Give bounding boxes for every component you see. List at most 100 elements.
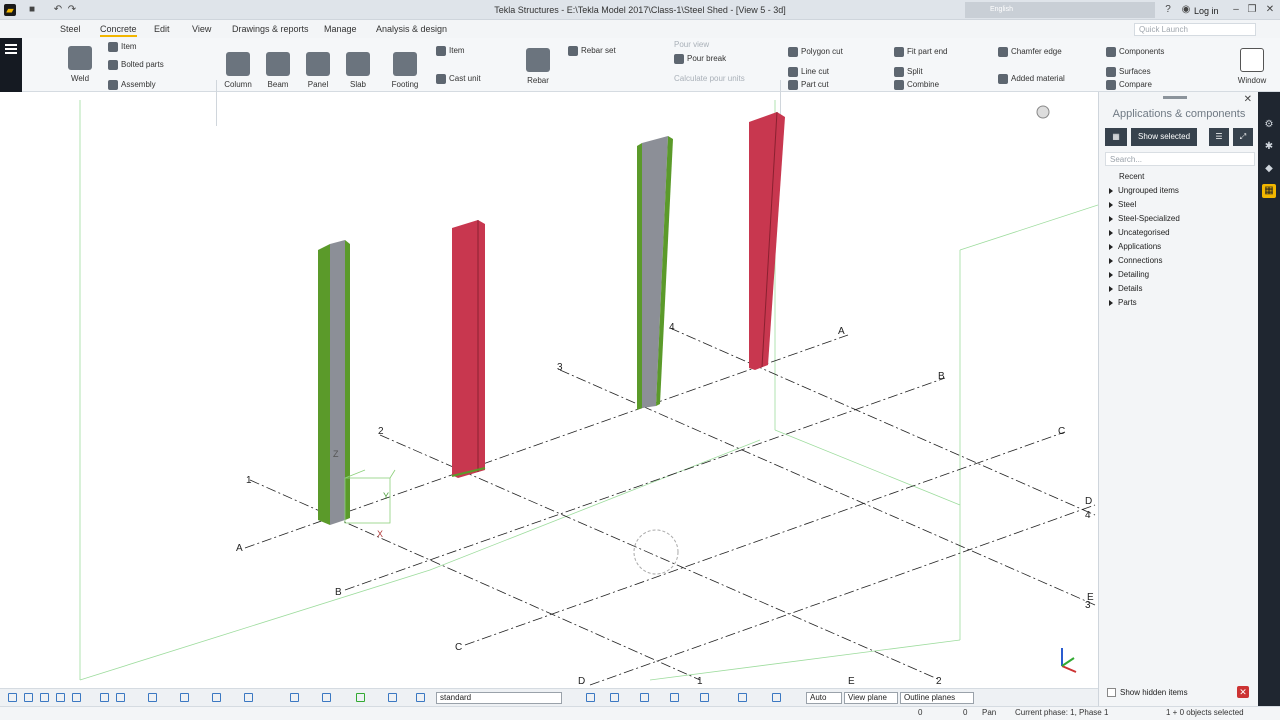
snap-icon[interactable] — [738, 693, 747, 702]
snap-icon[interactable] — [640, 693, 649, 702]
window-button[interactable]: Window — [1232, 48, 1272, 85]
search-input[interactable]: Search... — [1105, 152, 1255, 166]
beam-button[interactable]: Beam — [258, 52, 298, 89]
surfaces-button[interactable]: Surfaces — [1106, 67, 1151, 77]
model-3d-view[interactable]: A B C D A B C D E 1 2 3 4 4 3 2 1 E Z Y … — [0, 92, 1098, 688]
polygon-cut-button[interactable]: Polygon cut — [788, 47, 843, 57]
login-link[interactable]: Log in — [1194, 6, 1219, 16]
undo-icon[interactable]: ↶ — [52, 4, 64, 16]
outline-planes-dropdown[interactable]: Outline planes — [900, 692, 974, 704]
restore-icon[interactable]: ❐ — [1246, 4, 1258, 16]
grid-view-button[interactable]: ▦ — [1105, 128, 1127, 146]
panel-grab-handle[interactable] — [1163, 96, 1187, 99]
snap-icon[interactable] — [416, 693, 425, 702]
tree-item[interactable]: Ungrouped items — [1109, 186, 1179, 195]
column-3[interactable] — [637, 136, 673, 410]
item-button[interactable]: Item — [108, 42, 137, 52]
column-button[interactable]: Column — [218, 52, 258, 89]
save-icon[interactable]: ■ — [26, 4, 38, 16]
snap-icon[interactable] — [148, 693, 157, 702]
catalog-icon[interactable]: ◆ — [1262, 162, 1276, 176]
snap-icon[interactable] — [586, 693, 595, 702]
snap-icon[interactable] — [356, 693, 365, 702]
snap-icon[interactable] — [72, 693, 81, 702]
tree-item-recent[interactable]: Recent — [1119, 172, 1144, 181]
snap-icon[interactable] — [772, 693, 781, 702]
tree-item[interactable]: Parts — [1109, 298, 1137, 307]
added-material-button[interactable]: Added material — [998, 74, 1065, 84]
tab-manage[interactable]: Manage — [324, 24, 357, 34]
depth-dropdown[interactable]: Auto — [806, 692, 842, 704]
snap-icon[interactable] — [388, 693, 397, 702]
hamburger-icon[interactable] — [5, 44, 17, 46]
snap-icon[interactable] — [700, 693, 709, 702]
tree-item[interactable]: Details — [1109, 284, 1142, 293]
rebar-set-button[interactable]: Rebar set — [568, 46, 616, 56]
select-icon[interactable] — [8, 693, 17, 702]
redo-icon[interactable]: ↷ — [66, 4, 78, 16]
properties-icon[interactable]: ⚙ — [1262, 118, 1276, 132]
clear-icon[interactable]: ✕ — [1237, 686, 1249, 698]
snap-icon[interactable] — [116, 693, 125, 702]
snap-icon[interactable] — [610, 693, 619, 702]
minimize-icon[interactable]: – — [1230, 4, 1242, 16]
weld-button[interactable]: Weld — [60, 46, 100, 83]
column-2[interactable] — [451, 220, 486, 478]
tab-edit[interactable]: Edit — [154, 24, 170, 34]
tab-analysis[interactable]: Analysis & design — [376, 24, 447, 34]
close-icon[interactable]: ✕ — [1264, 4, 1276, 16]
tab-concrete[interactable]: Concrete — [100, 24, 137, 37]
snap-icon[interactable] — [100, 693, 109, 702]
settings-icon[interactable]: ✱ — [1262, 140, 1276, 154]
snap-icon[interactable] — [56, 693, 65, 702]
tree-item[interactable]: Steel-Specialized — [1109, 214, 1180, 223]
help-icon[interactable]: ? — [1162, 4, 1174, 16]
chamfer-edge-button[interactable]: Chamfer edge — [998, 47, 1062, 57]
snap-icon[interactable] — [212, 693, 221, 702]
fit-part-end-button[interactable]: Fit part end — [894, 47, 947, 57]
pour-view-button[interactable]: Pour view — [674, 40, 709, 49]
tree-item[interactable]: Connections — [1109, 256, 1162, 265]
quick-launch-input[interactable]: Quick Launch — [1134, 23, 1256, 36]
calculate-pour-units-button[interactable]: Calculate pour units — [674, 74, 745, 83]
snap-icon[interactable] — [244, 693, 253, 702]
part-cut-button[interactable]: Part cut — [788, 80, 829, 90]
rebar-button[interactable]: Rebar — [518, 48, 558, 85]
snap-icon[interactable] — [24, 693, 33, 702]
checkbox[interactable] — [1107, 688, 1116, 698]
list-view-icon[interactable]: ☰ — [1209, 128, 1229, 146]
snap-icon[interactable] — [290, 693, 299, 702]
snap-icon[interactable] — [322, 693, 331, 702]
show-selected-button[interactable]: Show selected — [1131, 128, 1197, 146]
panel-close-icon[interactable]: ✕ — [1244, 94, 1252, 105]
show-hidden-toggle[interactable]: Show hidden items — [1107, 688, 1188, 698]
concrete-item-button[interactable]: Item — [436, 46, 465, 56]
plane-dropdown[interactable]: View plane — [844, 692, 898, 704]
column-4[interactable] — [749, 111, 785, 370]
tab-drawings[interactable]: Drawings & reports — [232, 24, 309, 34]
snap-icon[interactable] — [670, 693, 679, 702]
snap-icon[interactable] — [180, 693, 189, 702]
footing-button[interactable]: Footing — [385, 52, 425, 89]
tree-item[interactable]: Applications — [1109, 242, 1161, 251]
slab-button[interactable]: Slab — [338, 52, 378, 89]
line-cut-button[interactable]: Line cut — [788, 67, 829, 77]
components-button[interactable]: Components — [1106, 47, 1164, 57]
pour-break-button[interactable]: Pour break — [674, 54, 726, 64]
tree-item[interactable]: Steel — [1109, 200, 1136, 209]
cast-unit-button[interactable]: Cast unit — [436, 74, 481, 84]
panel-button[interactable]: Panel — [298, 52, 338, 89]
snap-icon[interactable] — [40, 693, 49, 702]
user-icon[interactable]: ◉ — [1180, 4, 1192, 16]
tree-item[interactable]: Uncategorised — [1109, 228, 1170, 237]
tab-view[interactable]: View — [192, 24, 211, 34]
expand-icon[interactable]: ⤢ — [1233, 128, 1253, 146]
combine-button[interactable]: Combine — [894, 80, 939, 90]
applications-icon[interactable]: ▦ — [1262, 184, 1276, 198]
assembly-button[interactable]: Assembly — [108, 80, 156, 90]
language-label[interactable]: English — [990, 6, 1013, 13]
selection-filter-dropdown[interactable]: standard — [436, 692, 562, 704]
navigation-dot[interactable] — [1036, 105, 1050, 119]
compare-button[interactable]: Compare — [1106, 80, 1152, 90]
app-icon[interactable]: ▰ — [4, 4, 16, 16]
